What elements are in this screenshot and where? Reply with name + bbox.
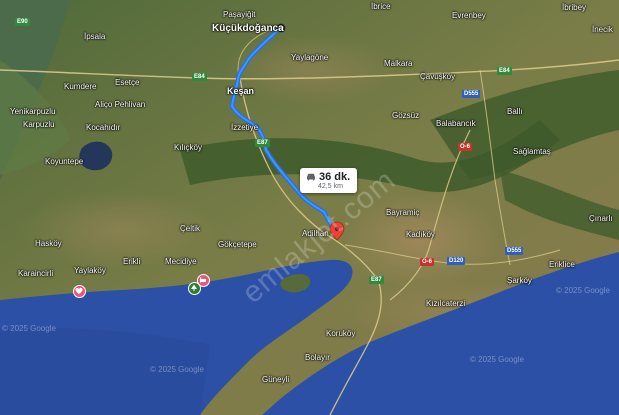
poi-park-marker[interactable] (188, 282, 201, 295)
place-label-karaincirli[interactable]: Karaincirli (18, 270, 53, 278)
road-shield-d555: D555 (462, 90, 481, 98)
poi-heart-marker[interactable] (73, 285, 86, 298)
road-shield-o6: O-6 (458, 143, 473, 151)
place-label-eriklice[interactable]: Eriklice (549, 261, 575, 269)
route-duration: 36 dk. (319, 171, 351, 183)
place-label-ibribey[interactable]: İbribey (562, 4, 586, 12)
place-label-kizilcaterzi[interactable]: Kızılcaterzi (426, 300, 465, 308)
road-shield-e87: E87 (369, 276, 384, 284)
park-icon (191, 284, 197, 291)
place-label-saglamtas[interactable]: Sağlamtaş (513, 148, 551, 156)
road-shield-e87: E87 (255, 139, 270, 147)
route-distance: 42,5 km (318, 183, 343, 190)
place-label-balli[interactable]: Ballı (507, 108, 523, 116)
place-label-cinarli[interactable]: Çınarlı (589, 215, 613, 223)
copyright-text: © 2025 Google (150, 365, 204, 374)
place-label-haskoy[interactable]: Hasköy (35, 240, 62, 248)
road-shield-o6: O-6 (420, 258, 435, 266)
place-label-guneyli[interactable]: Güneyli (262, 376, 289, 384)
place-label-karpuzlu[interactable]: Karpuzlu (23, 121, 55, 129)
place-label-koyuntepe[interactable]: Koyuntepe (45, 158, 83, 166)
road-shield-d120: D120 (447, 257, 466, 265)
place-label-celtik[interactable]: Çeltik (180, 225, 200, 233)
road-shield-e84: E84 (192, 73, 207, 81)
place-label-erikli[interactable]: Erikli (123, 258, 140, 266)
place-label-gozsuz[interactable]: Gözsüz (392, 112, 419, 120)
place-label-esetce[interactable]: Esetçe (115, 79, 139, 87)
place-label-bayramic[interactable]: Bayramiç (386, 209, 419, 217)
road-shield-d555: D555 (505, 247, 524, 255)
place-label-yaylakoy[interactable]: Yaylaköy (74, 267, 106, 275)
place-label-yenikarpuzlu[interactable]: Yenikarpuzlu (10, 108, 56, 116)
place-label-malkara[interactable]: Malkara (384, 60, 412, 68)
car-icon (307, 173, 315, 181)
origin-label[interactable]: Küçükdoğanca (212, 24, 284, 34)
place-label-balabancik[interactable]: Balabancık (436, 120, 476, 128)
place-label-mecidiye[interactable]: Mecidiye (165, 258, 197, 266)
place-label-sarkoy[interactable]: Şarköy (507, 277, 532, 285)
place-label-evrenbey[interactable]: Evrenbey (452, 12, 486, 20)
place-label-bolayir[interactable]: Bolayır (305, 354, 330, 362)
place-label-kadikoy[interactable]: Kadıköy (406, 231, 435, 239)
place-label-inecik[interactable]: İnecik (592, 26, 613, 34)
copyright-text: © 2025 Google (470, 355, 524, 364)
road-shield-e90: E90 (15, 18, 30, 26)
place-label-kesan[interactable]: Keşan (227, 87, 254, 96)
heart-icon (75, 287, 83, 294)
copyright-text: © 2025 Google (2, 324, 56, 333)
place-label-izzetiye[interactable]: İzzetiye (231, 124, 258, 132)
place-label-kocahidir[interactable]: Kocahıdır (86, 124, 120, 132)
place-label-cavuskoy[interactable]: Çavuşköy (420, 73, 455, 81)
place-label-kumdere[interactable]: Kumdere (64, 83, 96, 91)
place-label-ibrice[interactable]: İbrice (371, 3, 391, 11)
place-label-ipsala[interactable]: İpsala (84, 33, 105, 41)
place-label-kilickoy[interactable]: Kılıçköy (174, 144, 202, 152)
place-label-gokcetepe[interactable]: Gökçetepe (218, 241, 257, 249)
road-shield-e84: E84 (497, 67, 512, 75)
place-label-alicopehlivan[interactable]: Aliço Pehlivan (95, 101, 145, 109)
copyright-text: © 2025 Google (556, 286, 610, 295)
place-label-korukoy[interactable]: Koruköy (326, 330, 355, 338)
place-label-pasayigit[interactable]: Paşayiğit (223, 11, 255, 19)
place-label-yaylagone[interactable]: Yaylagöne (291, 54, 328, 62)
